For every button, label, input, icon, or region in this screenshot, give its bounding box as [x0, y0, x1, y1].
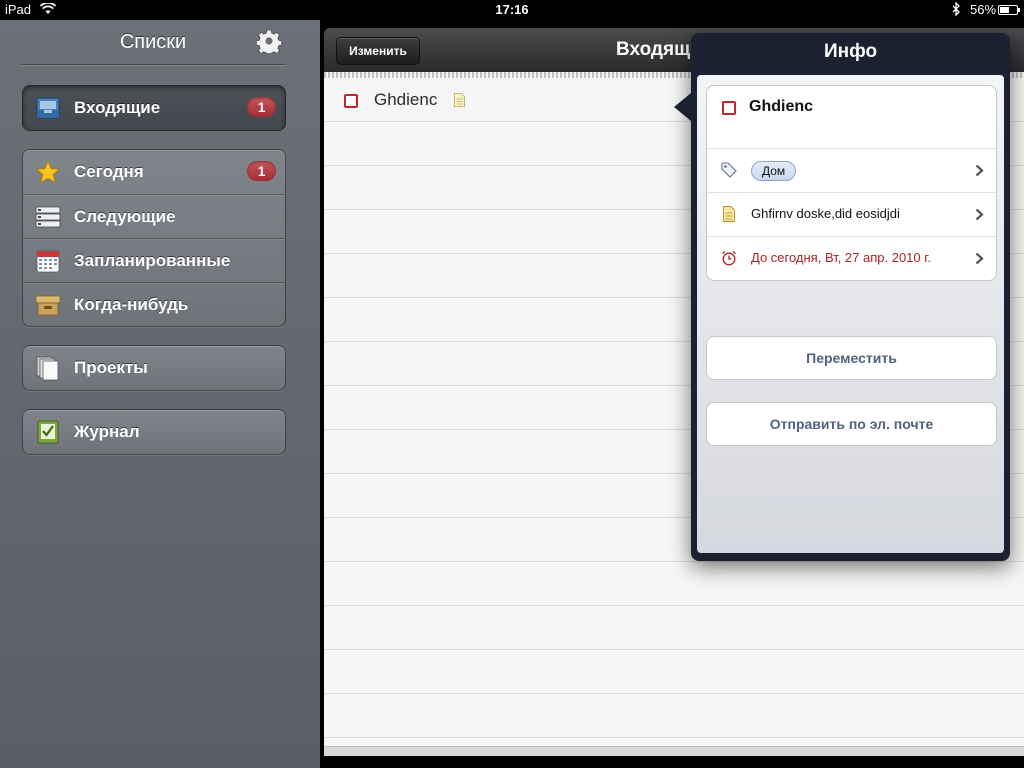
bluetooth-icon	[951, 1, 961, 19]
list-bottom-edge	[324, 746, 1024, 756]
note-icon	[454, 93, 465, 107]
calendar-icon	[35, 248, 61, 274]
sidebar-item-label: Запланированные	[74, 251, 231, 270]
sidebar-item-label: Когда-нибудь	[74, 295, 189, 314]
note-row[interactable]: Ghfirnv doske,did eosidjdi	[707, 192, 996, 236]
battery-percent: 56%	[970, 2, 997, 17]
note-icon	[721, 206, 737, 222]
sidebar-item-label: Следующие	[74, 207, 176, 226]
next-list-icon	[35, 204, 61, 230]
tags-row[interactable]: Дом	[707, 148, 996, 192]
task-title: Ghdienc	[374, 90, 438, 109]
due-date-text: До сегодня, Вт, 27 апр. 2010 г.	[751, 250, 932, 265]
move-button[interactable]: Переместить	[706, 336, 997, 380]
battery-icon	[998, 5, 1020, 15]
sidebar-group-projects: Проекты	[22, 345, 286, 391]
note-text: Ghfirnv doske,did eosidjdi	[751, 206, 900, 221]
info-popover: Инфо Ghdienc Дом Ghfirnv doske,did eosid…	[674, 33, 1010, 561]
count-badge: 1	[247, 97, 276, 117]
tag-icon	[721, 162, 737, 178]
sidebar-item-label: Сегодня	[74, 162, 144, 181]
chevron-right-icon	[975, 164, 984, 177]
task-title: Ghdienc	[749, 98, 814, 115]
popover-body: Ghdienc Дом Ghfirnv doske,did eosidjdi Д…	[697, 75, 1004, 553]
sidebar-item-label: Журнал	[74, 422, 140, 441]
logbook-icon	[35, 419, 61, 445]
archive-box-icon	[35, 292, 61, 318]
task-checkbox[interactable]	[722, 101, 736, 115]
tag-pill: Дом	[751, 161, 797, 181]
task-title-row[interactable]: Ghdienc	[707, 86, 996, 148]
sidebar-item-inbox[interactable]: Входящие 1	[23, 86, 285, 130]
due-date-row[interactable]: До сегодня, Вт, 27 апр. 2010 г.	[707, 236, 996, 280]
status-bar: iPad 17:16 56%	[0, 0, 1024, 20]
projects-icon	[35, 355, 61, 381]
sidebar-group-focus: Сегодня 1 Следующие Запланированные Когд…	[22, 149, 286, 327]
inbox-icon	[35, 95, 61, 121]
gear-icon[interactable]	[255, 29, 283, 57]
popover-arrow	[674, 93, 691, 121]
sidebar-item-label: Входящие	[74, 98, 161, 117]
sidebar-group-inbox: Входящие 1	[22, 85, 286, 131]
task-detail-card: Ghdienc Дом Ghfirnv doske,did eosidjdi Д…	[706, 85, 997, 281]
sidebar-item-today[interactable]: Сегодня 1	[23, 150, 285, 194]
sidebar-item-logbook[interactable]: Журнал	[23, 410, 285, 454]
chevron-right-icon	[975, 208, 984, 221]
sidebar-item-someday[interactable]: Когда-нибудь	[23, 282, 285, 326]
popover-title: Инфо	[823, 41, 878, 62]
sidebar-item-next[interactable]: Следующие	[23, 194, 285, 238]
sidebar-item-label: Проекты	[74, 358, 148, 377]
sidebar-item-scheduled[interactable]: Запланированные	[23, 238, 285, 282]
task-checkbox[interactable]	[344, 94, 358, 108]
email-button[interactable]: Отправить по эл. почте	[706, 402, 997, 446]
chevron-right-icon	[975, 252, 984, 265]
star-icon	[35, 159, 61, 185]
edit-button[interactable]: Изменить	[336, 37, 420, 65]
sidebar: Списки Входящие 1 Сегодня 1 Следующие За…	[0, 20, 320, 768]
sidebar-divider	[22, 64, 286, 65]
clock: 17:16	[495, 2, 529, 17]
alarm-clock-icon	[721, 250, 737, 266]
sidebar-group-logbook: Журнал	[22, 409, 286, 455]
count-badge: 1	[247, 161, 276, 181]
sidebar-item-projects[interactable]: Проекты	[23, 346, 285, 390]
